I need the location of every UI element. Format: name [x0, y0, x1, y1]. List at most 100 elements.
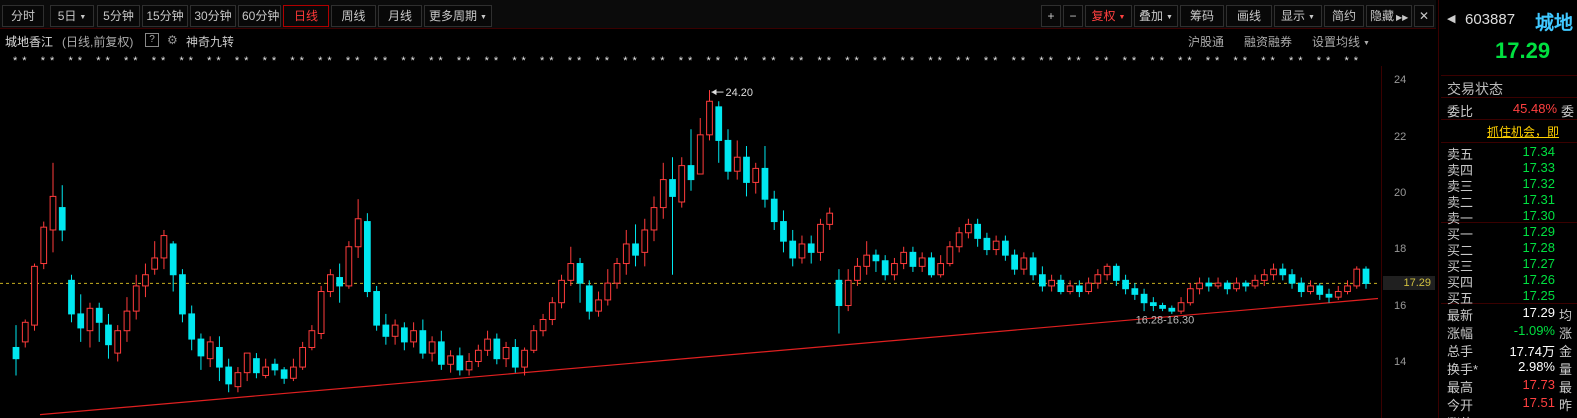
candle-body[interactable] [40, 226, 48, 265]
candle-body[interactable] [1066, 285, 1074, 293]
candle-body[interactable] [1159, 305, 1166, 309]
candle-body[interactable] [197, 338, 205, 357]
margin-trading-link[interactable]: 融资融券 [1244, 33, 1292, 50]
candle-body[interactable] [95, 307, 103, 323]
candle-body[interactable] [604, 282, 612, 301]
candle-body[interactable] [271, 363, 279, 371]
candle-body[interactable] [391, 324, 399, 337]
candle-body[interactable] [576, 263, 584, 284]
candle-body[interactable] [585, 285, 593, 312]
candle-body[interactable] [1344, 285, 1351, 293]
tab-daily[interactable]: 日线 [283, 5, 329, 27]
candle-body[interactable] [12, 346, 20, 360]
indicator-name[interactable]: 神奇九转 [186, 33, 234, 50]
candle-body[interactable] [817, 223, 824, 253]
candle-body[interactable] [798, 243, 806, 259]
candle-body[interactable] [327, 274, 334, 293]
candle-body[interactable] [114, 330, 122, 354]
candle-body[interactable] [891, 263, 898, 276]
candle-body[interactable] [456, 355, 464, 371]
candle-body[interactable] [1233, 282, 1240, 290]
candle-body[interactable] [724, 139, 732, 172]
ma-settings-dropdown[interactable]: 设置均线 ▼ [1312, 33, 1370, 50]
candle-body[interactable] [86, 307, 94, 332]
candle-body[interactable] [1011, 254, 1018, 270]
tab-15min[interactable]: 15分钟 [142, 5, 188, 27]
candle-body[interactable] [992, 240, 1000, 251]
candle-body[interactable] [253, 358, 260, 374]
candle-body[interactable] [909, 251, 917, 267]
tab-30min[interactable]: 30分钟 [190, 5, 236, 27]
candle-body[interactable] [1297, 282, 1305, 293]
candle-body[interactable] [31, 265, 38, 326]
candle-body[interactable] [1168, 307, 1176, 312]
candle-body[interactable] [761, 167, 769, 200]
candle-body[interactable] [447, 355, 454, 365]
candle-body[interactable] [169, 243, 177, 276]
candle-body[interactable] [511, 346, 519, 368]
hide-panel-button[interactable]: 隐藏 ▶▶ [1366, 5, 1412, 27]
candle-body[interactable] [1353, 268, 1361, 287]
close-button[interactable]: ✕ [1414, 5, 1434, 27]
candle-body[interactable] [844, 279, 852, 307]
candle-body[interactable] [881, 260, 889, 276]
candle-body[interactable] [1131, 288, 1139, 295]
candle-body[interactable] [983, 237, 991, 251]
candle-body[interactable] [1002, 240, 1009, 256]
candle-body[interactable] [1196, 282, 1203, 290]
simple-mode-button[interactable]: 简约 [1324, 5, 1364, 27]
zoom-in-button[interactable]: + [1041, 5, 1061, 27]
candle-body[interactable] [21, 321, 29, 343]
candle-body[interactable] [317, 291, 325, 334]
candle-body[interactable] [900, 251, 908, 265]
candle-body[interactable] [928, 257, 935, 276]
candle-body[interactable] [382, 324, 390, 337]
candle-body[interactable] [345, 246, 353, 287]
candle-body[interactable] [770, 198, 778, 223]
candle-body[interactable] [68, 279, 75, 315]
candle-body[interactable] [1316, 285, 1324, 295]
candle-body[interactable] [364, 221, 371, 293]
tab-weekly[interactable]: 周线 [331, 5, 376, 27]
candle-body[interactable] [807, 243, 815, 253]
candle-body[interactable] [946, 246, 954, 265]
candle-body[interactable] [521, 349, 528, 368]
candle-body[interactable] [160, 235, 168, 259]
candle-body[interactable] [474, 349, 482, 362]
candle-body[interactable] [1214, 282, 1222, 287]
candle-body[interactable] [1307, 285, 1314, 293]
candle-body[interactable] [789, 240, 797, 259]
overlay-dropdown[interactable]: 叠加 ▼ [1134, 5, 1178, 27]
tab-fenshi[interactable]: 分时 [2, 5, 44, 27]
candle-body[interactable] [548, 302, 556, 321]
tab-60min[interactable]: 60分钟 [238, 5, 281, 27]
candle-body[interactable] [743, 156, 750, 183]
candle-body[interactable] [659, 179, 667, 209]
candle-body[interactable] [400, 327, 408, 343]
candle-body[interactable] [262, 366, 270, 376]
candle-body[interactable] [706, 100, 713, 136]
candle-body[interactable] [58, 207, 66, 231]
candle-body[interactable] [1085, 282, 1092, 293]
hk-connect-link[interactable]: 沪股通 [1188, 33, 1224, 50]
tab-5day[interactable]: 5日 ▼ [50, 5, 94, 27]
collapse-arrow-icon[interactable]: ◀ [1447, 12, 1455, 25]
tab-5min[interactable]: 5分钟 [97, 5, 140, 27]
candle-body[interactable] [641, 229, 649, 253]
candle-body[interactable] [1223, 282, 1231, 290]
candle-body[interactable] [558, 279, 565, 304]
candle-body[interactable] [752, 167, 760, 183]
candle-body[interactable] [632, 243, 639, 256]
candle-body[interactable] [1039, 274, 1046, 287]
candle-body[interactable] [225, 366, 233, 385]
candle-body[interactable] [530, 330, 538, 351]
candle-body[interactable] [308, 330, 316, 348]
candle-body[interactable] [863, 254, 871, 267]
candle-body[interactable] [437, 341, 445, 365]
fuquan-dropdown[interactable]: 复权 ▼ [1085, 5, 1132, 27]
candle-body[interactable] [1186, 288, 1194, 304]
candle-body[interactable] [595, 299, 602, 312]
candle-body[interactable] [835, 279, 843, 307]
candle-body[interactable] [1149, 302, 1157, 307]
candle-body[interactable] [872, 254, 880, 262]
